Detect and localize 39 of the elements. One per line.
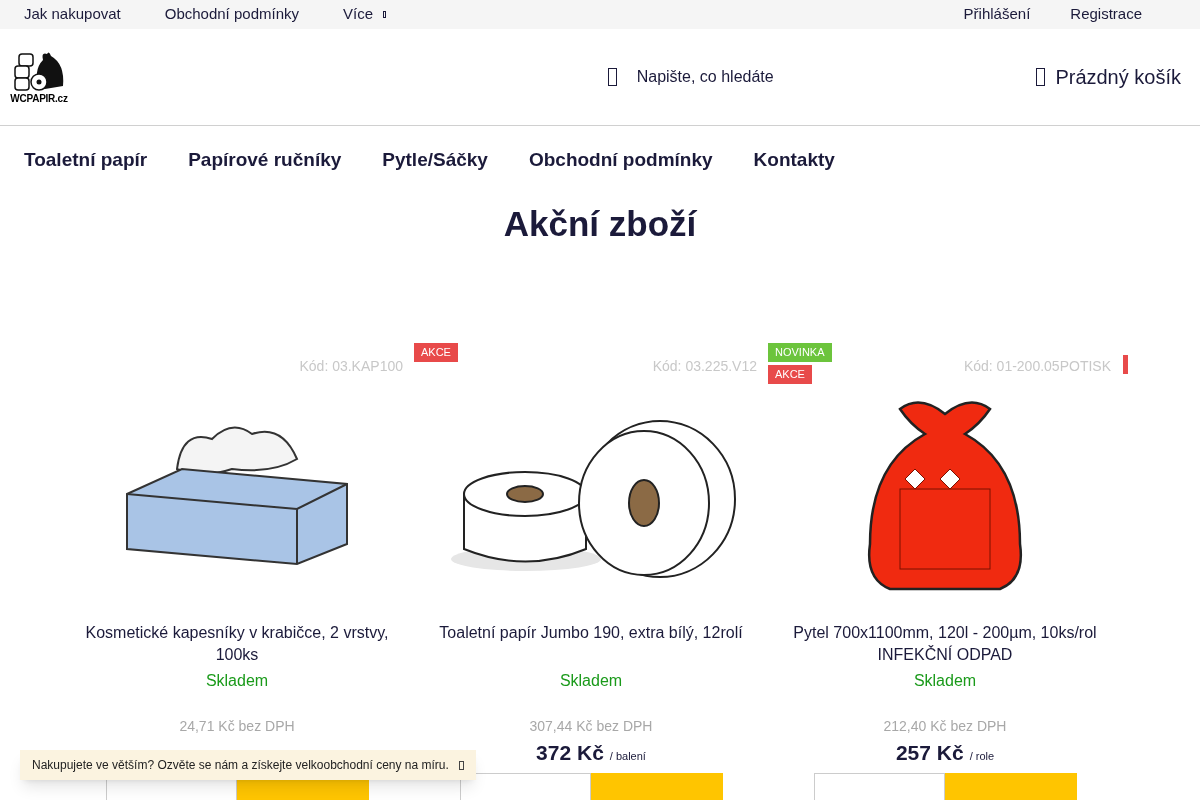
product-price: 257 Kč: [895, 739, 964, 766]
price-unit: / role: [969, 748, 995, 764]
availability-text: Skladem: [559, 670, 623, 691]
search-field[interactable]: Napište, co hledáte: [607, 65, 837, 89]
top-link[interactable]: Obchodní podmínky: [164, 3, 299, 26]
cart-link[interactable]: Prázdný košík: [1055, 62, 1181, 92]
product-badge: NOVINKA: [768, 342, 832, 362]
caret-icon[interactable]: [383, 11, 386, 18]
account-link[interactable]: Přihlášení: [963, 3, 1031, 26]
availability-text: Skladem: [913, 670, 977, 691]
product-badge: AKCE: [768, 364, 812, 384]
quantity-field[interactable]: [813, 772, 945, 800]
search-icon: [607, 68, 617, 86]
product-name[interactable]: Pytel 700x1100mm, 120l - 200µm, 10ks/rol INFEKČNÍ ODPAD: [780, 621, 1110, 666]
cart-icon[interactable]: [1036, 68, 1046, 86]
quantity-field[interactable]: [459, 772, 591, 800]
nav-link[interactable]: Pytle/Sáčky: [382, 145, 488, 175]
close-icon[interactable]: [458, 760, 464, 770]
account-link[interactable]: Registrace: [1070, 3, 1142, 26]
nav-link[interactable]: Papírové ručníky: [188, 145, 342, 175]
page-heading: Akční zboží: [502, 203, 698, 245]
nav-link[interactable]: Kontakty: [753, 145, 835, 175]
net-price: 307,44 Kč bez DPH: [529, 716, 653, 736]
top-link[interactable]: Více: [343, 3, 373, 26]
net-price: 212,40 Kč bez DPH: [883, 716, 1007, 736]
net-price: 24,71 Kč bez DPH: [179, 716, 295, 736]
product-badge: AKCE: [414, 342, 458, 362]
availability-text: Skladem: [205, 670, 269, 691]
top-link[interactable]: Jak nakupovat: [24, 3, 121, 26]
product-price: 372 Kč: [536, 739, 604, 766]
product-name[interactable]: Kosmetické kapesníky v krabičce, 2 vrstvy, 100ks: [72, 621, 402, 666]
nav-link[interactable]: Obchodní podmínky: [528, 145, 713, 175]
price-unit: / balení: [609, 748, 646, 764]
promo-text: Nakupujete ve větším? Ozvěte se nám a získejte velkoobchodní ceny na míru.: [32, 757, 449, 774]
nav-link[interactable]: Toaletní papír: [24, 145, 148, 175]
logo-icon[interactable]: [13, 50, 65, 94]
product-name[interactable]: Toaletní papír Jumbo 190, extra bílý, 12rolí: [426, 621, 756, 666]
cut-off-badge: [1123, 355, 1128, 374]
logo-text[interactable]: WCPAPIR.cz: [10, 94, 68, 104]
